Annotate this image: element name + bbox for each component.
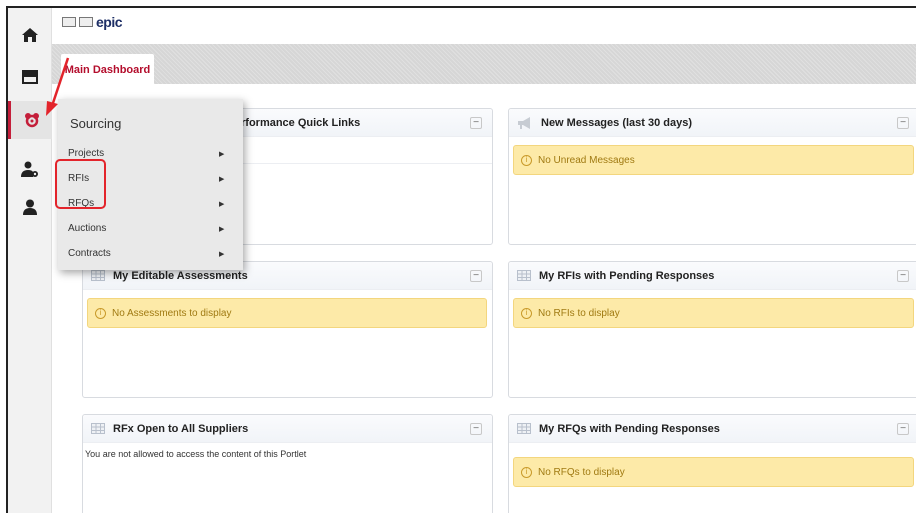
rail-dashboard[interactable] <box>8 58 52 96</box>
portlet-title: New Messages (last 30 days) <box>541 116 693 129</box>
portlet-header: New Messages (last 30 days) − <box>509 109 916 137</box>
empty-alert: i No Unread Messages <box>513 145 914 175</box>
portlet-title: My RFQs with Pending Responses <box>539 422 720 435</box>
alert-text: No Assessments to display <box>112 307 232 319</box>
portlet-rfx-open: RFx Open to All Suppliers − You are not … <box>82 414 493 513</box>
menu-item-auctions[interactable]: Auctions ▶ <box>58 216 243 241</box>
table-icon <box>517 423 531 434</box>
portlet-new-messages: New Messages (last 30 days) − i No Unrea… <box>508 108 916 245</box>
top-bar: epic <box>52 8 916 42</box>
rail-home[interactable] <box>8 16 52 54</box>
portlet-rfqs-pending: My RFQs with Pending Responses − i No RF… <box>508 414 916 513</box>
user-settings-icon <box>21 161 38 177</box>
rail-user-settings[interactable] <box>8 150 52 188</box>
empty-alert: i No Assessments to display <box>87 298 487 328</box>
portlet-title: My RFIs with Pending Responses <box>539 269 715 282</box>
caret-right-icon: ▶ <box>219 200 225 208</box>
logo-text: epic <box>96 14 123 30</box>
alert-text: No Unread Messages <box>538 154 635 166</box>
alert-text: No RFIs to display <box>538 307 620 319</box>
minimize-button[interactable]: − <box>470 270 482 282</box>
logo: epic <box>62 14 123 30</box>
tab-main-dashboard[interactable]: Main Dashboard <box>61 54 154 86</box>
caret-right-icon: ▶ <box>219 150 225 158</box>
portlet-title: RFx Open to All Suppliers <box>113 422 249 435</box>
table-icon <box>517 270 531 281</box>
portlet-title: My Editable Assessments <box>113 269 248 282</box>
menu-item-label: Contracts <box>68 248 111 259</box>
caret-right-icon: ▶ <box>219 225 225 233</box>
app-window: epic Main Dashboard rformance Quick Link… <box>6 6 916 513</box>
menu-title: Sourcing <box>70 116 122 131</box>
minimize-button[interactable]: − <box>470 117 482 129</box>
menu-item-contracts[interactable]: Contracts ▶ <box>58 241 243 266</box>
menu-item-label: Auctions <box>68 223 107 234</box>
caret-right-icon: ▶ <box>219 250 225 258</box>
rail-user[interactable] <box>8 188 52 226</box>
user-icon <box>23 199 37 215</box>
info-icon: i <box>521 466 532 478</box>
portlet-editable-assessments: My Editable Assessments − i No Assessmen… <box>82 261 493 398</box>
portlet-header: My RFQs with Pending Responses − <box>509 415 916 443</box>
table-icon <box>91 270 105 281</box>
info-icon: i <box>95 307 106 319</box>
sourcing-icon <box>24 113 39 128</box>
info-icon: i <box>521 154 532 166</box>
logo-emblem-left <box>62 17 76 27</box>
empty-alert: i No RFIs to display <box>513 298 914 328</box>
minimize-button[interactable]: − <box>897 423 909 435</box>
left-nav-rail <box>8 8 52 513</box>
empty-alert: i No RFQs to display <box>513 457 914 487</box>
rail-sourcing[interactable] <box>8 101 52 139</box>
minimize-button[interactable]: − <box>897 270 909 282</box>
table-icon <box>91 423 105 434</box>
portlet-title: rformance Quick Links <box>241 116 361 129</box>
annotation-highlight-box <box>55 159 106 209</box>
caret-right-icon: ▶ <box>219 175 225 183</box>
dashboard-icon <box>22 70 38 84</box>
portlet-header: My RFIs with Pending Responses − <box>509 262 916 290</box>
minimize-button[interactable]: − <box>897 117 909 129</box>
minimize-button[interactable]: − <box>470 423 482 435</box>
portlet-rfis-pending: My RFIs with Pending Responses − i No RF… <box>508 261 916 398</box>
alert-text: No RFQs to display <box>538 466 625 478</box>
access-message: You are not allowed to access the conten… <box>85 449 307 459</box>
logo-emblem-right <box>79 17 93 27</box>
home-icon <box>22 28 38 42</box>
info-icon: i <box>521 307 532 319</box>
megaphone-icon <box>517 116 533 129</box>
portlet-header: RFx Open to All Suppliers − <box>83 415 492 443</box>
tab-strip: Main Dashboard <box>52 44 916 86</box>
menu-item-label: Projects <box>68 148 105 159</box>
